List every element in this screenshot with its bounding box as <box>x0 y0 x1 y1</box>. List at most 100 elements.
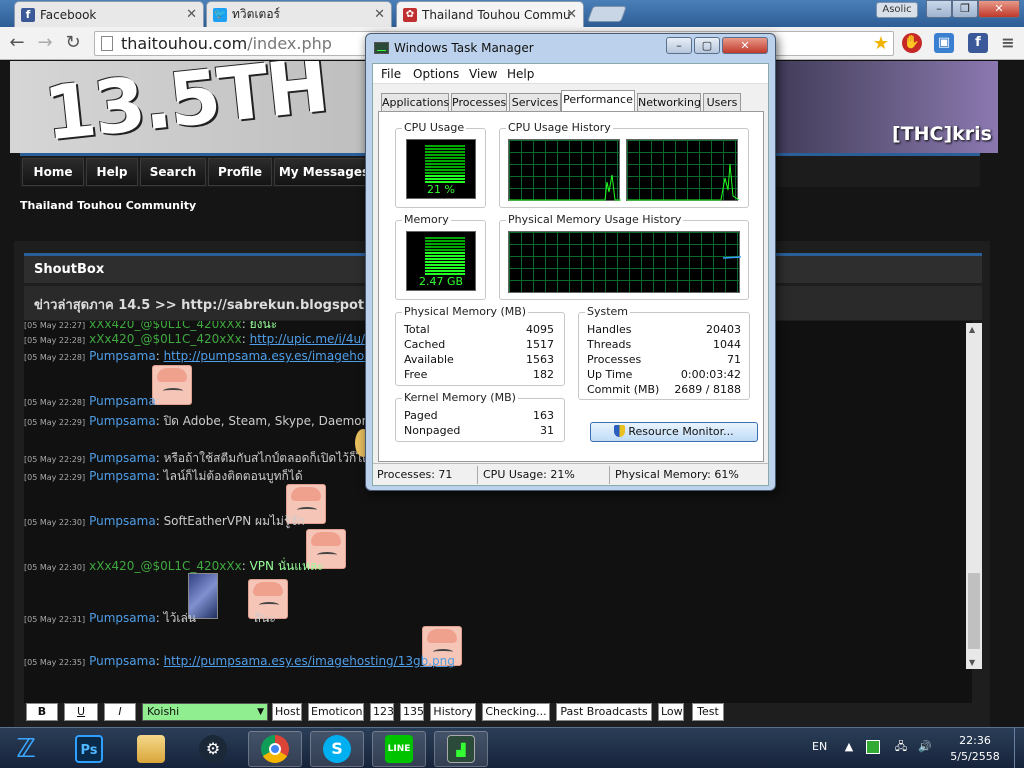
stat-label: Total <box>404 323 430 336</box>
memory-history-group: Physical Memory Usage History <box>499 213 749 300</box>
resource-monitor-button[interactable]: Resource Monitor... <box>590 422 758 442</box>
scroll-up-icon[interactable]: ▲ <box>969 325 975 334</box>
menu-bar: File Options View Help <box>373 64 768 84</box>
username[interactable]: Pumpsama <box>89 654 156 668</box>
resource-monitor-label: Resource Monitor... <box>628 425 734 438</box>
show-desktop-button[interactable] <box>1014 728 1024 768</box>
tab-facebook[interactable]: f Facebook ✕ <box>14 1 204 27</box>
username[interactable]: Pumpsama <box>89 469 156 483</box>
message-link[interactable]: http://pumpsama.esy.es/imagehosting/ <box>164 349 398 363</box>
forward-icon[interactable]: → <box>34 32 56 54</box>
task-manager-tray-icon[interactable] <box>866 740 880 754</box>
close-button[interactable]: ✕ <box>978 0 1020 18</box>
nav-home[interactable]: Home <box>22 158 84 186</box>
tab-services[interactable]: Services <box>509 93 561 111</box>
tab-thaitouhou[interactable]: ✿ Thailand Touhou Commu ✕ <box>396 1 584 27</box>
low-button[interactable]: Low <box>658 703 684 721</box>
browser-tabstrip: f Facebook ✕ 🐦 ทวิตเตอร์ ✕ ✿ Thailand To… <box>0 0 1024 27</box>
message-text: หรือถ้าใช้สตีมกับสไกป์ตลอดก็เปิดไว้ก็ได้ <box>163 451 371 465</box>
shoutbox-scrollbar[interactable]: ▲ ▼ <box>966 323 982 669</box>
volume-icon[interactable]: 🔊 <box>918 740 932 754</box>
past-broadcasts-button[interactable]: Past Broadcasts <box>556 703 652 721</box>
username[interactable]: Pumpsama <box>89 394 156 408</box>
scroll-thumb[interactable] <box>968 573 980 649</box>
tab-applications[interactable]: Applications <box>381 93 449 111</box>
show-hidden-icons-icon[interactable]: ▲ <box>842 740 856 754</box>
menu-options[interactable]: Options <box>413 67 459 81</box>
username[interactable]: Pumpsama <box>89 451 156 465</box>
cpu-usage-label: CPU Usage <box>402 121 467 134</box>
meter-bar <box>425 240 465 242</box>
italic-button[interactable]: I <box>104 703 136 721</box>
username[interactable]: Pumpsama <box>89 611 156 625</box>
taskbar-explorer[interactable] <box>124 731 178 767</box>
nav-my-messages[interactable]: My Messages <box>274 158 374 186</box>
kernel-memory-title: Kernel Memory (MB) <box>402 391 518 404</box>
message-link[interactable]: http://pumpsama.esy.es/imagehosting/13gb… <box>164 654 455 668</box>
username[interactable]: Pumpsama <box>89 414 156 428</box>
close-tab-icon[interactable]: ✕ <box>374 7 385 22</box>
tab-processes[interactable]: Processes <box>451 93 507 111</box>
task-manager-window[interactable]: Windows Task Manager – ▢ ✕ File Options … <box>365 33 776 491</box>
button-135[interactable]: 135 <box>400 703 424 721</box>
start-button[interactable]: ℤ <box>0 731 52 767</box>
cpu-history-line <box>627 163 739 201</box>
language-indicator[interactable]: EN <box>812 740 827 753</box>
adblock-icon[interactable]: ✋ <box>902 33 922 53</box>
taskbar-skype[interactable]: S <box>310 731 364 767</box>
memory-history-label: Physical Memory Usage History <box>506 213 684 226</box>
bookmark-star-icon[interactable]: ★ <box>873 33 889 54</box>
new-tab-button[interactable] <box>587 6 627 22</box>
minimize-button[interactable]: – <box>666 37 692 54</box>
emoticon-button[interactable]: Emoticon <box>308 703 364 721</box>
timestamp: [05 May 22:27] <box>24 321 86 330</box>
taskbar-chrome[interactable] <box>248 731 302 767</box>
nav-profile[interactable]: Profile <box>208 158 272 186</box>
host-button[interactable]: Host <box>272 703 302 721</box>
test-button[interactable]: Test <box>692 703 724 721</box>
menu-help[interactable]: Help <box>507 67 534 81</box>
minimize-button[interactable]: – <box>926 0 952 18</box>
close-tab-icon[interactable]: ✕ <box>186 7 197 22</box>
menu-file[interactable]: File <box>381 67 401 81</box>
tab-performance[interactable]: Performance <box>561 90 635 112</box>
tab-users[interactable]: Users <box>703 93 741 111</box>
taskbar-task-manager[interactable]: ▟ <box>434 731 488 767</box>
underline-button[interactable]: U <box>64 703 98 721</box>
timestamp: [05 May 22:30] <box>24 518 86 527</box>
username[interactable]: xXx420_@$0L1C_420xXx <box>89 332 242 346</box>
tab-networking[interactable]: Networking <box>637 93 701 111</box>
banner-title: 13.5TH <box>40 61 331 153</box>
back-icon[interactable]: ← <box>6 32 28 54</box>
taskbar-steam[interactable]: ⚙ <box>186 731 240 767</box>
nav-help[interactable]: Help <box>86 158 138 186</box>
extension-icon[interactable]: ▣ <box>934 33 954 53</box>
profile-button[interactable]: Asolic <box>876 2 918 18</box>
status-processes: Processes: 71 <box>377 468 453 481</box>
system-group: System Handles 20403 Threads 1044 Processe… <box>578 305 750 400</box>
facebook-extension-icon[interactable]: f <box>968 33 988 53</box>
maximize-button[interactable]: ▢ <box>694 37 720 54</box>
reload-icon[interactable]: ↻ <box>62 32 84 54</box>
close-tab-icon[interactable]: ✕ <box>566 7 577 22</box>
username[interactable]: Pumpsama <box>89 514 156 528</box>
close-button[interactable]: ✕ <box>722 37 768 54</box>
color-select[interactable]: Koishi ▼ <box>142 703 268 721</box>
history-button[interactable]: History <box>430 703 476 721</box>
tab-twitter[interactable]: 🐦 ทวิตเตอร์ ✕ <box>206 1 392 27</box>
username[interactable]: xXx420_@$0L1C_420xXx <box>89 559 242 573</box>
menu-view[interactable]: View <box>469 67 497 81</box>
network-icon[interactable]: 🖧 <box>894 740 908 754</box>
checking-button[interactable]: Checking... <box>482 703 550 721</box>
nav-search[interactable]: Search <box>140 158 206 186</box>
menu-icon[interactable]: ≡ <box>998 33 1018 53</box>
scroll-down-icon[interactable]: ▼ <box>969 658 975 667</box>
username[interactable]: Pumpsama <box>89 349 156 363</box>
taskbar-photoshop[interactable]: Ps <box>62 731 116 767</box>
maximize-button[interactable]: ❐ <box>952 0 978 18</box>
username[interactable]: xXx420_@$0L1C_420xXx <box>89 321 242 331</box>
bold-button[interactable]: B <box>26 703 58 721</box>
clock[interactable]: 22:36 5/5/2558 <box>944 733 1006 765</box>
button-123[interactable]: 123 <box>370 703 394 721</box>
taskbar-line[interactable]: LINE <box>372 731 426 767</box>
